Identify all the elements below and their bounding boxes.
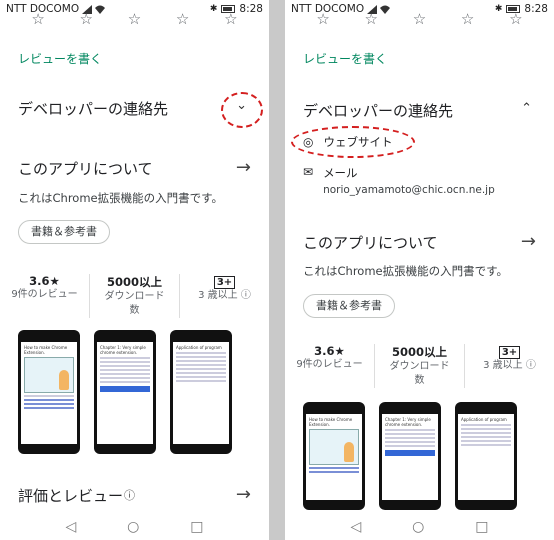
- app-stats: 3.6★ 9件のレビュー 5000以上 ダウンロード 数 3+ 3 歳以上 ⓘ: [0, 274, 269, 318]
- screenshot-title: Application of program: [461, 417, 507, 422]
- screenshot-3[interactable]: Application of program: [170, 330, 232, 454]
- star-icon[interactable]: ☆: [31, 12, 44, 27]
- app-description: これはChrome拡張機能の入門書です。: [303, 264, 508, 278]
- category-chip[interactable]: 書籍＆参考書: [18, 220, 110, 244]
- star-icon[interactable]: ☆: [128, 12, 141, 27]
- blue-banner: [385, 450, 435, 456]
- arrow-right-icon[interactable]: →: [521, 231, 536, 252]
- star-icon[interactable]: ☆: [365, 12, 378, 27]
- screenshot-title: How to make Chrome Extension.: [309, 417, 353, 427]
- star-icon[interactable]: ☆: [509, 12, 522, 27]
- mail-icon: ✉: [303, 165, 314, 179]
- star-icon[interactable]: ☆: [316, 12, 329, 27]
- illustration-image: [309, 429, 359, 465]
- about-app-title[interactable]: このアプリについて: [303, 232, 438, 253]
- right-screen: NTT DOCOMO ✱ 8:28 ☆ ☆ ☆ ☆ ☆ レビューを書く デベロッ…: [285, 0, 554, 540]
- chevron-up-icon[interactable]: ⌃: [521, 101, 532, 116]
- arrow-right-icon[interactable]: →: [236, 484, 251, 505]
- left-screen: NTT DOCOMO ✱ 8:28 ☆ ☆ ☆ ☆ ☆ レビューを書く デベロッ…: [0, 0, 269, 540]
- screenshot-2[interactable]: Chapter 1: Very simple chrome extension.: [94, 330, 156, 454]
- app-stats: 3.6★ 9件のレビュー 5000以上 ダウンロード 数 3+ 3 歳以上 ⓘ: [285, 344, 554, 388]
- age-rating-badge: 3+: [213, 276, 236, 289]
- nav-bar: ◁ ○ □: [0, 514, 269, 540]
- screenshot-3[interactable]: Application of program: [455, 402, 517, 510]
- email-address[interactable]: norio_yamamoto@chic.ocn.ne.jp: [323, 184, 495, 196]
- rating-stars[interactable]: ☆ ☆ ☆ ☆ ☆: [285, 12, 554, 27]
- stat-value: 5000以上: [391, 345, 447, 359]
- screenshot-title: Application of program: [176, 345, 222, 350]
- stat-label: ダウンロード 数: [104, 291, 165, 316]
- screenshot-2[interactable]: Chapter 1: Very simple chrome extension.: [379, 402, 441, 510]
- email-label: メール: [323, 166, 358, 180]
- blue-banner: [100, 386, 150, 392]
- stat-rating: 3.6★ 9件のレビュー: [0, 274, 89, 318]
- stat-age: 3+ 3 歳以上 ⓘ: [464, 344, 554, 388]
- write-review-link[interactable]: レビューを書く: [303, 50, 387, 67]
- screenshot-carousel[interactable]: How to make Chrome Extension. Chapter 1:…: [303, 402, 517, 510]
- rating-stars[interactable]: ☆ ☆ ☆ ☆ ☆: [0, 12, 269, 27]
- stat-label: 9件のレビュー: [296, 359, 363, 370]
- arrow-right-icon[interactable]: →: [236, 157, 251, 178]
- stat-rating: 3.6★ 9件のレビュー: [285, 344, 374, 388]
- category-chip[interactable]: 書籍＆参考書: [303, 294, 395, 318]
- stat-value: 3.6★: [314, 344, 345, 358]
- home-icon[interactable]: ○: [412, 519, 424, 535]
- info-icon[interactable]: ⓘ: [124, 487, 135, 503]
- recent-apps-icon[interactable]: □: [190, 519, 203, 535]
- home-icon[interactable]: ○: [127, 519, 139, 535]
- stat-label[interactable]: 3 歳以上 ⓘ: [180, 289, 269, 303]
- screenshot-title: Chapter 1: Very simple chrome extension.: [100, 345, 146, 355]
- star-icon[interactable]: ☆: [461, 12, 474, 27]
- stat-label: ダウンロード 数: [389, 361, 450, 386]
- stat-downloads: 5000以上 ダウンロード 数: [89, 274, 179, 318]
- star-icon[interactable]: ☆: [176, 12, 189, 27]
- screenshot-carousel[interactable]: How to make Chrome Extension. Chapter 1:…: [18, 330, 232, 454]
- stat-downloads: 5000以上 ダウンロード 数: [374, 344, 464, 388]
- stat-value: 5000以上: [106, 275, 162, 289]
- annotation-circle: [291, 126, 415, 158]
- back-icon[interactable]: ◁: [65, 519, 76, 535]
- illustration-image: [24, 357, 74, 393]
- stat-value: 3.6★: [29, 274, 60, 288]
- age-rating-badge: 3+: [498, 346, 521, 359]
- back-icon[interactable]: ◁: [350, 519, 361, 535]
- screenshot-1[interactable]: How to make Chrome Extension.: [303, 402, 365, 510]
- app-description: これはChrome拡張機能の入門書です。: [18, 191, 223, 205]
- developer-contact-title[interactable]: デベロッパーの連絡先: [18, 98, 168, 119]
- screenshot-title: How to make Chrome Extension.: [24, 345, 68, 355]
- screenshot-1[interactable]: How to make Chrome Extension.: [18, 330, 80, 454]
- annotation-circle: [221, 92, 263, 128]
- star-icon[interactable]: ☆: [413, 12, 426, 27]
- ratings-reviews-title[interactable]: 評価とレビュー: [18, 485, 123, 506]
- about-app-title[interactable]: このアプリについて: [18, 158, 153, 179]
- screenshot-title: Chapter 1: Very simple chrome extension.: [385, 417, 431, 427]
- nav-bar: ◁ ○ □: [285, 514, 554, 540]
- write-review-link[interactable]: レビューを書く: [18, 50, 102, 67]
- stat-label: 9件のレビュー: [11, 289, 78, 300]
- stat-age: 3+ 3 歳以上 ⓘ: [179, 274, 269, 318]
- star-icon[interactable]: ☆: [80, 12, 93, 27]
- recent-apps-icon[interactable]: □: [475, 519, 488, 535]
- star-icon[interactable]: ☆: [224, 12, 237, 27]
- stat-label[interactable]: 3 歳以上 ⓘ: [465, 359, 554, 373]
- developer-contact-title[interactable]: デベロッパーの連絡先: [303, 100, 453, 121]
- panel-divider: [269, 0, 285, 540]
- email-contact[interactable]: ✉ メール norio_yamamoto@chic.ocn.ne.jp: [303, 165, 495, 196]
